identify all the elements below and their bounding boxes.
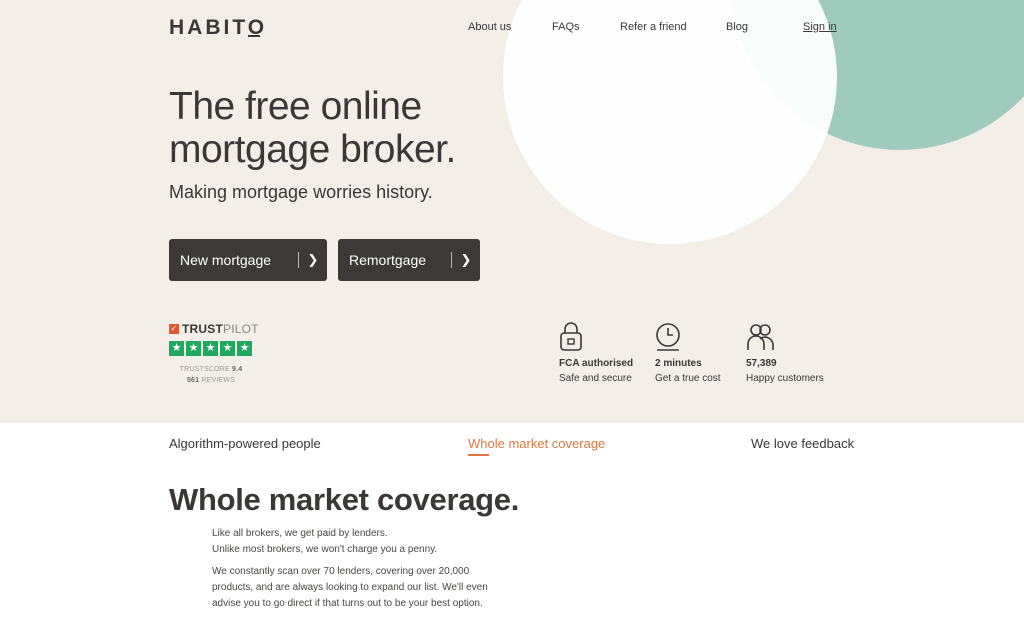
feature-time: 2 minutes Get a true cost: [655, 322, 721, 384]
trustpilot-check-icon: ✓: [169, 324, 179, 334]
hero-headline: The free online mortgage broker.: [169, 85, 456, 171]
section-title: Whole market coverage.: [169, 482, 520, 517]
logo-underline: [248, 35, 260, 37]
hero-section: HABITO About us FAQs Refer a friend Blog…: [0, 0, 1024, 423]
tab-whole-market-coverage[interactable]: Whole market coverage: [468, 436, 605, 451]
nav-refer-a-friend[interactable]: Refer a friend: [620, 21, 687, 33]
section-paragraph-2: We constantly scan over 70 lenders, cove…: [212, 566, 488, 609]
star-icon: ★: [220, 341, 235, 356]
trustpilot-logo[interactable]: ✓ TRUST PILOT: [169, 322, 259, 336]
new-mortgage-label: New mortgage: [180, 252, 272, 268]
trustpilot-brand-light: PILOT: [223, 322, 259, 336]
trustpilot-stars: ★ ★ ★ ★ ★: [169, 341, 252, 356]
reviews-label: REVIEWS: [201, 377, 236, 384]
feature-customers: 57,389 Happy customers: [746, 322, 824, 384]
feature-subtitle: Happy customers: [746, 373, 824, 384]
remortgage-label: Remortgage: [349, 252, 427, 268]
remortgage-button[interactable]: Remortgage ❯: [338, 239, 480, 281]
trustscore-value: 9.4: [232, 366, 243, 373]
feature-subtitle: Safe and secure: [559, 373, 632, 384]
tab-algorithm-powered-people[interactable]: Algorithm-powered people: [169, 436, 321, 451]
star-icon: ★: [169, 341, 184, 356]
feature-title: 57,389: [746, 358, 777, 369]
section-paragraph-1: Like all brokers, we get paid by lenders…: [212, 526, 502, 558]
new-mortgage-button[interactable]: New mortgage ❯: [169, 239, 327, 281]
nav-blog[interactable]: Blog: [726, 21, 748, 33]
lock-icon: [560, 322, 582, 351]
trustpilot-score: TRUSTSCORE 9.4 561 REVIEWS: [178, 364, 244, 386]
clock-icon: [656, 323, 680, 351]
nav-about-us[interactable]: About us: [468, 21, 511, 33]
feature-fca: FCA authorised Safe and secure: [559, 322, 633, 384]
feature-title: 2 minutes: [655, 358, 702, 369]
paragraph-line: Unlike most brokers, we won't charge you…: [212, 544, 438, 555]
nav-faqs[interactable]: FAQs: [552, 21, 580, 33]
chevron-right-icon: ❯: [307, 252, 319, 267]
chevron-right-icon: ❯: [460, 252, 472, 267]
reviews-count: 561: [186, 377, 200, 384]
star-icon: ★: [186, 341, 201, 356]
trustscore-label: TRUSTSCORE: [179, 366, 230, 373]
star-icon: ★: [237, 341, 252, 356]
star-icon: ★: [203, 341, 218, 356]
nav-sign-in[interactable]: Sign in: [803, 21, 837, 33]
hero-subhead: Making mortgage worries history.: [169, 182, 433, 202]
people-icon: [747, 324, 774, 350]
tab-we-love-feedback[interactable]: We love feedback: [751, 436, 854, 451]
trustpilot-brand-bold: TRUST: [182, 322, 223, 336]
feature-subtitle: Get a true cost: [655, 373, 721, 384]
feature-title: FCA authorised: [559, 358, 634, 369]
active-tab-indicator: [468, 454, 489, 456]
paragraph-line: Like all brokers, we get paid by lenders…: [212, 528, 388, 539]
